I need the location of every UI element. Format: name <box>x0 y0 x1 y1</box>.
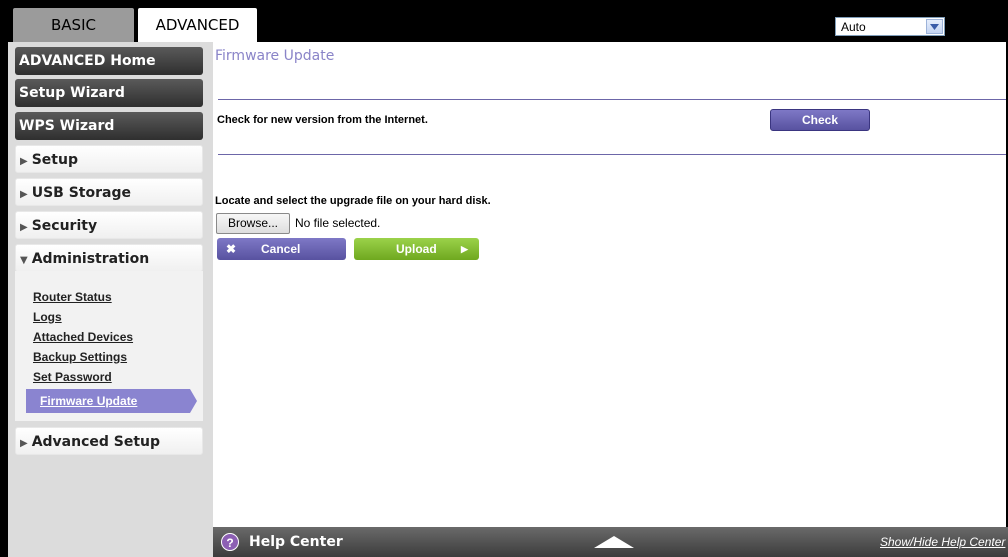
sidebar-item-administration[interactable]: ▼ Administration <box>15 244 203 272</box>
sidebar-link-attached-devices[interactable]: Attached Devices <box>33 330 133 344</box>
sidebar-item-setup[interactable]: ▶ Setup <box>15 145 203 173</box>
divider <box>218 99 1006 100</box>
locate-description: Locate and select the upgrade file on yo… <box>215 195 491 207</box>
sidebar-item-label: Advanced Setup <box>31 434 161 450</box>
help-question-icon: ? <box>221 533 239 551</box>
tab-advanced[interactable]: ADVANCED <box>138 8 257 42</box>
sidebar-item-wps-wizard[interactable]: WPS Wizard <box>15 112 203 140</box>
triangle-right-icon: ▶ <box>20 438 28 449</box>
triangle-right-icon: ▶ <box>20 156 28 167</box>
check-description: Check for new version from the Internet. <box>217 114 428 126</box>
triangle-right-icon: ▶ <box>20 189 28 200</box>
close-icon: ✖ <box>226 242 237 256</box>
sidebar-link-firmware-update-active[interactable]: Firmware Update <box>26 389 197 413</box>
divider <box>218 154 1006 155</box>
sidebar-link-logs[interactable]: Logs <box>33 310 62 324</box>
page-title: Firmware Update <box>215 48 335 64</box>
triangle-down-icon: ▼ <box>20 255 28 266</box>
help-center-label: Help Center <box>249 534 343 550</box>
sidebar-item-label: Setup <box>31 152 78 168</box>
sidebar-item-usb-storage[interactable]: ▶ USB Storage <box>15 178 203 206</box>
expand-up-icon[interactable] <box>594 536 634 548</box>
show-hide-help-link[interactable]: Show/Hide Help Center <box>880 535 1005 549</box>
language-select-value: Auto <box>841 20 866 34</box>
sidebar-item-security[interactable]: ▶ Security <box>15 211 203 239</box>
left-frame-border <box>0 42 8 557</box>
sidebar: ADVANCED Home Setup Wizard WPS Wizard ▶ S… <box>8 42 213 557</box>
sidebar-link-set-password[interactable]: Set Password <box>33 370 112 384</box>
sidebar-link-firmware-update[interactable]: Firmware Update <box>40 394 137 408</box>
cancel-button[interactable]: ✖ Cancel <box>217 238 346 260</box>
cancel-button-label: Cancel <box>261 242 301 256</box>
browse-button[interactable]: Browse... <box>216 213 290 234</box>
language-select[interactable]: Auto <box>835 17 945 36</box>
upload-button[interactable]: Upload ▶ <box>354 238 479 260</box>
triangle-right-icon: ▶ <box>20 222 28 233</box>
upload-button-label: Upload <box>396 242 437 256</box>
top-nav-bar: BASIC ADVANCED Auto <box>0 0 1008 42</box>
sidebar-link-backup-settings[interactable]: Backup Settings <box>33 350 127 364</box>
sidebar-item-advanced-home[interactable]: ADVANCED Home <box>15 47 203 75</box>
file-status: No file selected. <box>295 216 381 230</box>
sidebar-item-setup-wizard[interactable]: Setup Wizard <box>15 79 203 107</box>
triangle-right-icon: ▶ <box>461 244 468 254</box>
sidebar-item-label: Administration <box>31 251 150 267</box>
sidebar-link-router-status[interactable]: Router Status <box>33 290 112 304</box>
sidebar-item-label: Security <box>31 218 98 234</box>
main-content: Firmware Update Check for new version fr… <box>213 42 1006 527</box>
sidebar-item-label: USB Storage <box>31 185 131 201</box>
check-button[interactable]: Check <box>770 109 870 131</box>
chevron-down-icon[interactable] <box>926 19 943 34</box>
sidebar-item-advanced-setup[interactable]: ▶ Advanced Setup <box>15 427 203 455</box>
tab-basic[interactable]: BASIC <box>13 8 134 42</box>
help-center-bar: ? Help Center Show/Hide Help Center <box>213 527 1008 557</box>
